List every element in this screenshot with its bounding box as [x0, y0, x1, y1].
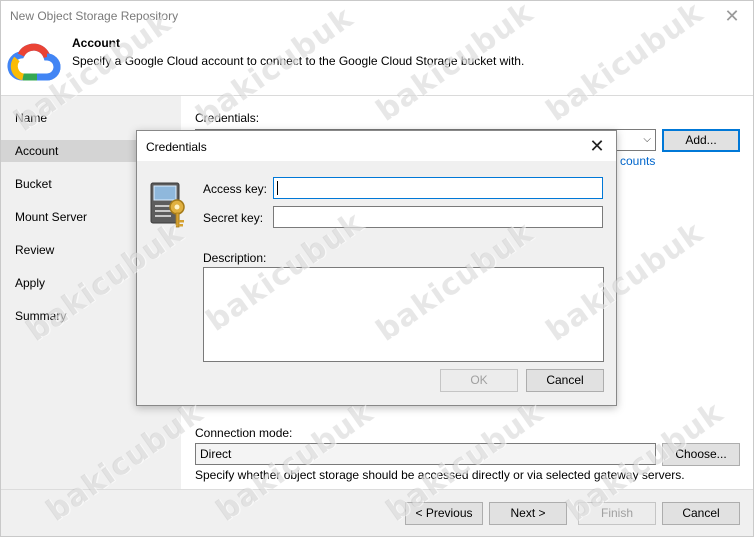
ok-button: OK	[440, 369, 518, 392]
window-title: New Object Storage Repository	[10, 9, 179, 23]
credentials-label: Credentials:	[195, 111, 260, 125]
description-textarea[interactable]	[203, 267, 604, 362]
cancel-button[interactable]: Cancel	[662, 502, 740, 525]
dialog-titlebar: Credentials ✕	[137, 131, 616, 161]
credentials-dialog: Credentials ✕ Access key: Secret key: De…	[136, 130, 617, 406]
add-credentials-button[interactable]: Add...	[662, 129, 740, 152]
connection-mode-field: Direct	[195, 443, 656, 465]
google-cloud-icon	[7, 43, 61, 81]
window-titlebar: New Object Storage Repository ✕	[1, 1, 753, 31]
page-subtitle: Specify a Google Cloud account to connec…	[72, 54, 525, 68]
secret-key-label: Secret key:	[203, 211, 264, 225]
chevron-down-icon: ⌵	[643, 134, 651, 145]
previous-button[interactable]: < Previous	[405, 502, 483, 525]
manage-accounts-link[interactable]: counts	[620, 154, 655, 168]
access-key-input[interactable]	[273, 177, 603, 199]
wizard-header: Account Specify a Google Cloud account t…	[1, 31, 753, 95]
sidebar-item-name[interactable]: Name	[1, 107, 181, 129]
finish-button: Finish	[578, 502, 656, 525]
description-label: Description:	[203, 251, 267, 265]
secret-key-input[interactable]	[273, 206, 603, 228]
dialog-close-icon[interactable]: ✕	[586, 135, 608, 157]
next-button[interactable]: Next >	[489, 502, 567, 525]
connection-mode-label: Connection mode:	[195, 426, 293, 440]
access-key-label: Access key:	[203, 182, 268, 196]
page-title: Account	[72, 36, 120, 50]
dialog-title: Credentials	[146, 140, 207, 154]
wizard-footer: < Previous Next > Finish Cancel	[1, 489, 753, 536]
text-caret	[277, 181, 278, 195]
access-key-icon	[150, 182, 185, 228]
connection-hint: Specify whether object storage should be…	[195, 468, 685, 482]
choose-button[interactable]: Choose...	[662, 443, 740, 466]
close-icon[interactable]: ✕	[721, 5, 743, 27]
dialog-cancel-button[interactable]: Cancel	[526, 369, 604, 392]
